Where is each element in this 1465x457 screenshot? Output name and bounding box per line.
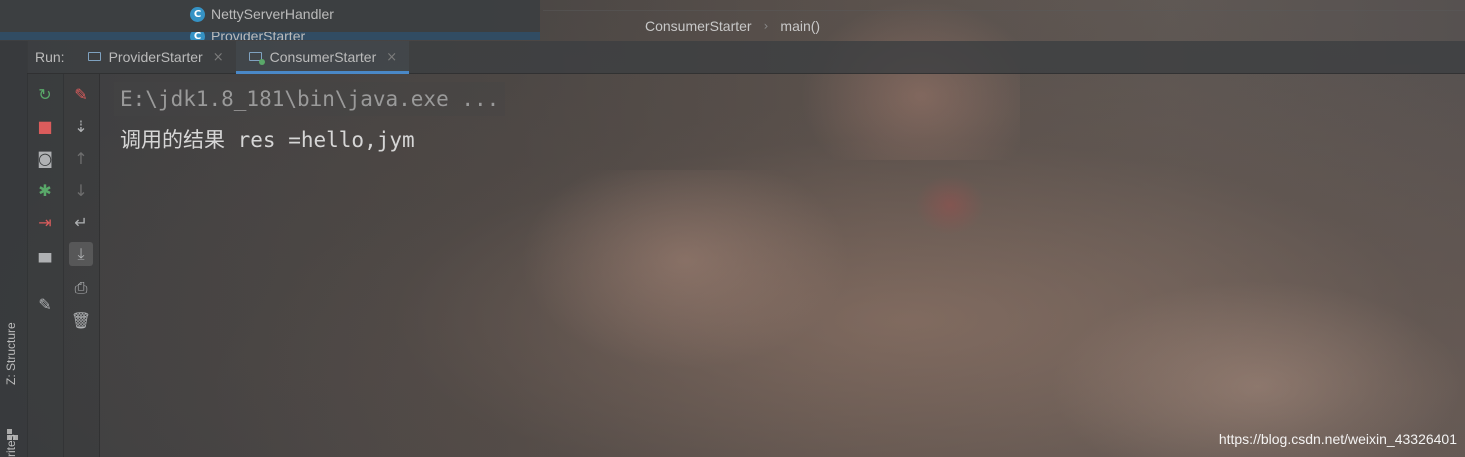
tab-label: ProviderStarter	[108, 49, 203, 65]
structure-tool-button[interactable]: Z: Structure	[4, 322, 18, 385]
debug-settings-icon[interactable]: ✱	[33, 178, 57, 202]
soft-wrap-icon[interactable]: ↵	[69, 210, 93, 234]
down-arrow-icon[interactable]: ↓	[69, 178, 93, 202]
java-class-icon: C	[190, 6, 205, 22]
sort-down-icon[interactable]: ⇣	[69, 114, 93, 138]
stop-icon[interactable]: ■	[33, 114, 57, 138]
camera-icon[interactable]: ◙	[33, 146, 57, 170]
layout-icon[interactable]: ▀	[33, 250, 57, 274]
exit-icon[interactable]: ⇥	[33, 210, 57, 234]
run-tab-bar: Run: ProviderStarter × ConsumerStarter ×	[27, 41, 1465, 74]
tree-item-label: NettyServerHandler	[211, 6, 334, 22]
scroll-to-end-icon[interactable]: ⤓	[69, 242, 93, 266]
run-config-icon	[87, 51, 103, 64]
tab-provider-starter[interactable]: ProviderStarter ×	[75, 41, 236, 73]
breadcrumb-class[interactable]: ConsumerStarter	[645, 18, 752, 34]
run-toolbar-primary: ↻ ■ ◙ ✱ ⇥ ▀ ✎	[27, 74, 64, 457]
trash-icon[interactable]: 🗑	[69, 308, 93, 332]
print-icon[interactable]: ⎙	[69, 276, 93, 300]
breadcrumb-method[interactable]: main()	[780, 18, 820, 34]
breadcrumb: ConsumerStarter › main()	[543, 10, 1465, 40]
console-output-line: 调用的结果 res =hello,jym	[120, 128, 415, 152]
console-command-line[interactable]: E:\jdk1.8_181\bin\java.exe ...	[114, 82, 506, 116]
clear-icon[interactable]: ✎	[69, 82, 93, 106]
top-strip: C NettyServerHandler C ProviderStarter C…	[0, 0, 1465, 40]
tab-label: ConsumerStarter	[269, 49, 377, 65]
tree-item-netty-server-handler[interactable]: C NettyServerHandler	[190, 6, 334, 22]
run-label: Run:	[35, 49, 65, 65]
close-icon[interactable]: ×	[213, 50, 224, 65]
tree-item-label: ProviderStarter	[211, 32, 306, 40]
java-class-icon: C	[190, 32, 205, 40]
run-toolbar-secondary: ✎ ⇣ ↑ ↓ ↵ ⤓ ⎙ 🗑	[63, 74, 100, 457]
tab-consumer-starter[interactable]: ConsumerStarter ×	[235, 41, 410, 74]
breadcrumb-separator: ›	[763, 18, 769, 33]
console-output[interactable]: E:\jdk1.8_181\bin\java.exe ... 调用的结果 res…	[100, 74, 1465, 457]
close-icon[interactable]: ×	[386, 50, 397, 65]
left-tool-stripe	[0, 41, 28, 457]
watermark-text: https://blog.csdn.net/weixin_43326401	[1218, 431, 1457, 447]
rerun-icon[interactable]: ↻	[33, 82, 57, 106]
up-arrow-icon[interactable]: ↑	[69, 146, 93, 170]
run-config-icon	[248, 51, 265, 65]
favorites-tool-button[interactable]: rites	[4, 434, 18, 457]
tree-item-provider-starter[interactable]: C ProviderStarter	[190, 32, 305, 40]
pin-icon[interactable]: ✎	[33, 292, 57, 316]
project-tree: C NettyServerHandler C ProviderStarter	[0, 0, 540, 40]
